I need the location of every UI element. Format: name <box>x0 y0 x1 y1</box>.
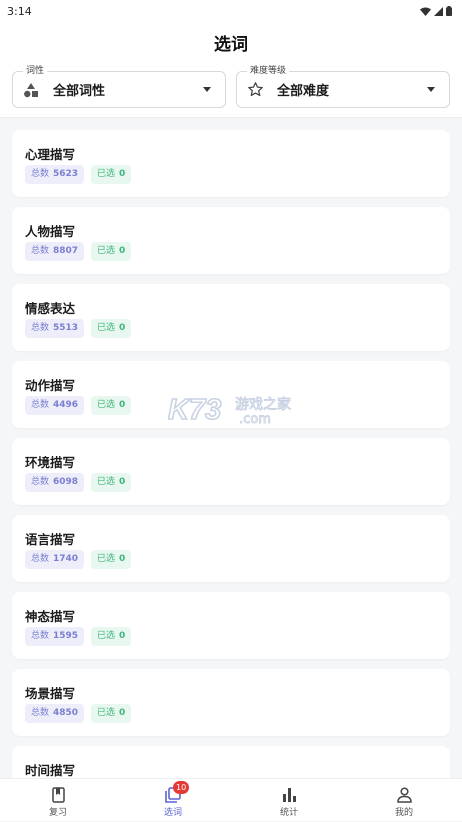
selected-label: 已选 <box>97 323 116 333</box>
total-count-badge: 总数 1740 <box>25 550 85 569</box>
total-label: 总数 <box>31 169 50 179</box>
total-label: 总数 <box>31 631 50 641</box>
difficulty-filter-value: 全部难度 <box>277 84 330 99</box>
category-name: 语言描写 <box>25 532 76 547</box>
category-card[interactable]: 心理描写 总数 5623 已选 0 <box>12 130 450 197</box>
selected-count-badge: 已选 0 <box>91 704 132 723</box>
total-label: 总数 <box>31 477 50 487</box>
category-name: 动作描写 <box>25 378 76 393</box>
total-count-badge: 总数 5623 <box>25 165 85 184</box>
notification-badge: 10 <box>173 781 190 794</box>
bottom-nav: 复习 10 选词 统计 我的 <box>0 778 462 821</box>
pos-filter-value: 全部词性 <box>53 84 106 99</box>
page-title: 选词 <box>214 35 248 55</box>
total-value: 6098 <box>53 477 79 487</box>
total-count-badge: 总数 6098 <box>25 473 85 492</box>
total-label: 总数 <box>31 400 50 410</box>
selected-value: 0 <box>119 246 126 256</box>
selected-label: 已选 <box>97 400 116 410</box>
pos-filter-legend: 词性 <box>23 65 48 77</box>
wifi-icon <box>420 7 431 16</box>
signal-icon <box>434 6 443 16</box>
selected-value: 0 <box>119 708 126 718</box>
status-bar: 3:14 <box>0 0 462 22</box>
nav-review[interactable]: 复习 <box>18 779 98 822</box>
selected-count-badge: 已选 0 <box>91 396 132 415</box>
total-count-badge: 总数 8807 <box>25 242 85 261</box>
selected-value: 0 <box>119 323 126 333</box>
nav-label: 复习 <box>48 808 67 818</box>
total-label: 总数 <box>31 246 50 256</box>
battery-icon <box>446 6 452 16</box>
category-name: 人物描写 <box>25 224 76 239</box>
total-label: 总数 <box>31 323 50 333</box>
difficulty-filter-legend: 难度等级 <box>247 65 290 77</box>
total-value: 5623 <box>53 169 79 179</box>
total-value: 1740 <box>53 554 79 564</box>
star-outline-icon <box>246 81 264 99</box>
total-label: 总数 <box>31 708 50 718</box>
selected-count-badge: 已选 0 <box>91 319 132 338</box>
total-value: 4850 <box>53 708 79 718</box>
category-card[interactable]: 场景描写 总数 4850 已选 0 <box>12 669 450 736</box>
pos-filter-dropdown[interactable]: 词性 全部词性 <box>12 65 226 108</box>
category-card[interactable]: 动作描写 总数 4496 已选 0 <box>12 361 450 428</box>
selected-count-badge: 已选 0 <box>91 473 132 492</box>
category-name: 场景描写 <box>25 686 76 701</box>
category-card[interactable]: 环境描写 总数 6098 已选 0 <box>12 438 450 505</box>
selected-count-badge: 已选 0 <box>91 550 132 569</box>
category-name: 情感表达 <box>25 301 76 316</box>
selected-label: 已选 <box>97 477 116 487</box>
category-card[interactable]: 语言描写 总数 1740 已选 0 <box>12 515 450 582</box>
chevron-down-icon <box>427 87 435 92</box>
selected-count-badge: 已选 0 <box>91 627 132 646</box>
bar-chart-icon <box>282 786 297 803</box>
total-value: 1595 <box>53 631 79 641</box>
total-count-badge: 总数 1595 <box>25 627 85 646</box>
nav-label: 统计 <box>279 808 298 818</box>
selected-label: 已选 <box>97 708 116 718</box>
total-value: 4496 <box>53 400 79 410</box>
selected-count-badge: 已选 0 <box>91 242 132 261</box>
selected-label: 已选 <box>97 169 116 179</box>
chevron-down-icon <box>203 87 211 92</box>
total-count-badge: 总数 4496 <box>25 396 85 415</box>
nav-label: 选词 <box>163 808 182 818</box>
status-time: 3:14 <box>7 4 32 18</box>
selected-label: 已选 <box>97 554 116 564</box>
total-value: 8807 <box>53 246 79 256</box>
status-icons <box>420 6 452 16</box>
difficulty-filter-dropdown[interactable]: 难度等级 全部难度 <box>236 65 450 108</box>
nav-select-words[interactable]: 10 选词 <box>133 779 213 822</box>
nav-profile[interactable]: 我的 <box>364 779 444 822</box>
selected-value: 0 <box>119 400 126 410</box>
selected-value: 0 <box>119 169 126 179</box>
category-card[interactable]: 情感表达 总数 5513 已选 0 <box>12 284 450 351</box>
selected-value: 0 <box>119 631 126 641</box>
person-icon <box>396 786 412 803</box>
total-count-badge: 总数 5513 <box>25 319 85 338</box>
nav-statistics[interactable]: 统计 <box>249 779 329 822</box>
category-name: 时间描写 <box>25 763 76 778</box>
category-card[interactable]: 时间描写 <box>12 746 450 778</box>
header: 选词 词性 全部词性 难度等级 全部难度 <box>0 22 462 118</box>
total-label: 总数 <box>31 554 50 564</box>
selected-value: 0 <box>119 477 126 487</box>
selected-value: 0 <box>119 554 126 564</box>
library-icon: 10 <box>165 781 190 803</box>
category-name: 心理描写 <box>25 147 76 162</box>
category-name: 环境描写 <box>25 455 76 470</box>
category-card[interactable]: 人物描写 总数 8807 已选 0 <box>12 207 450 274</box>
total-value: 5513 <box>53 323 79 333</box>
category-name: 神态描写 <box>25 609 76 624</box>
category-list: 心理描写 总数 5623 已选 0 人物描写 总数 8807 已选 0 情感表达 总数 5… <box>0 118 462 778</box>
nav-label: 我的 <box>394 808 413 818</box>
selected-label: 已选 <box>97 631 116 641</box>
total-count-badge: 总数 4850 <box>25 704 85 723</box>
book-icon <box>51 786 65 803</box>
category-card[interactable]: 神态描写 总数 1595 已选 0 <box>12 592 450 659</box>
selected-label: 已选 <box>97 246 116 256</box>
shapes-icon <box>22 81 40 99</box>
selected-count-badge: 已选 0 <box>91 165 132 184</box>
